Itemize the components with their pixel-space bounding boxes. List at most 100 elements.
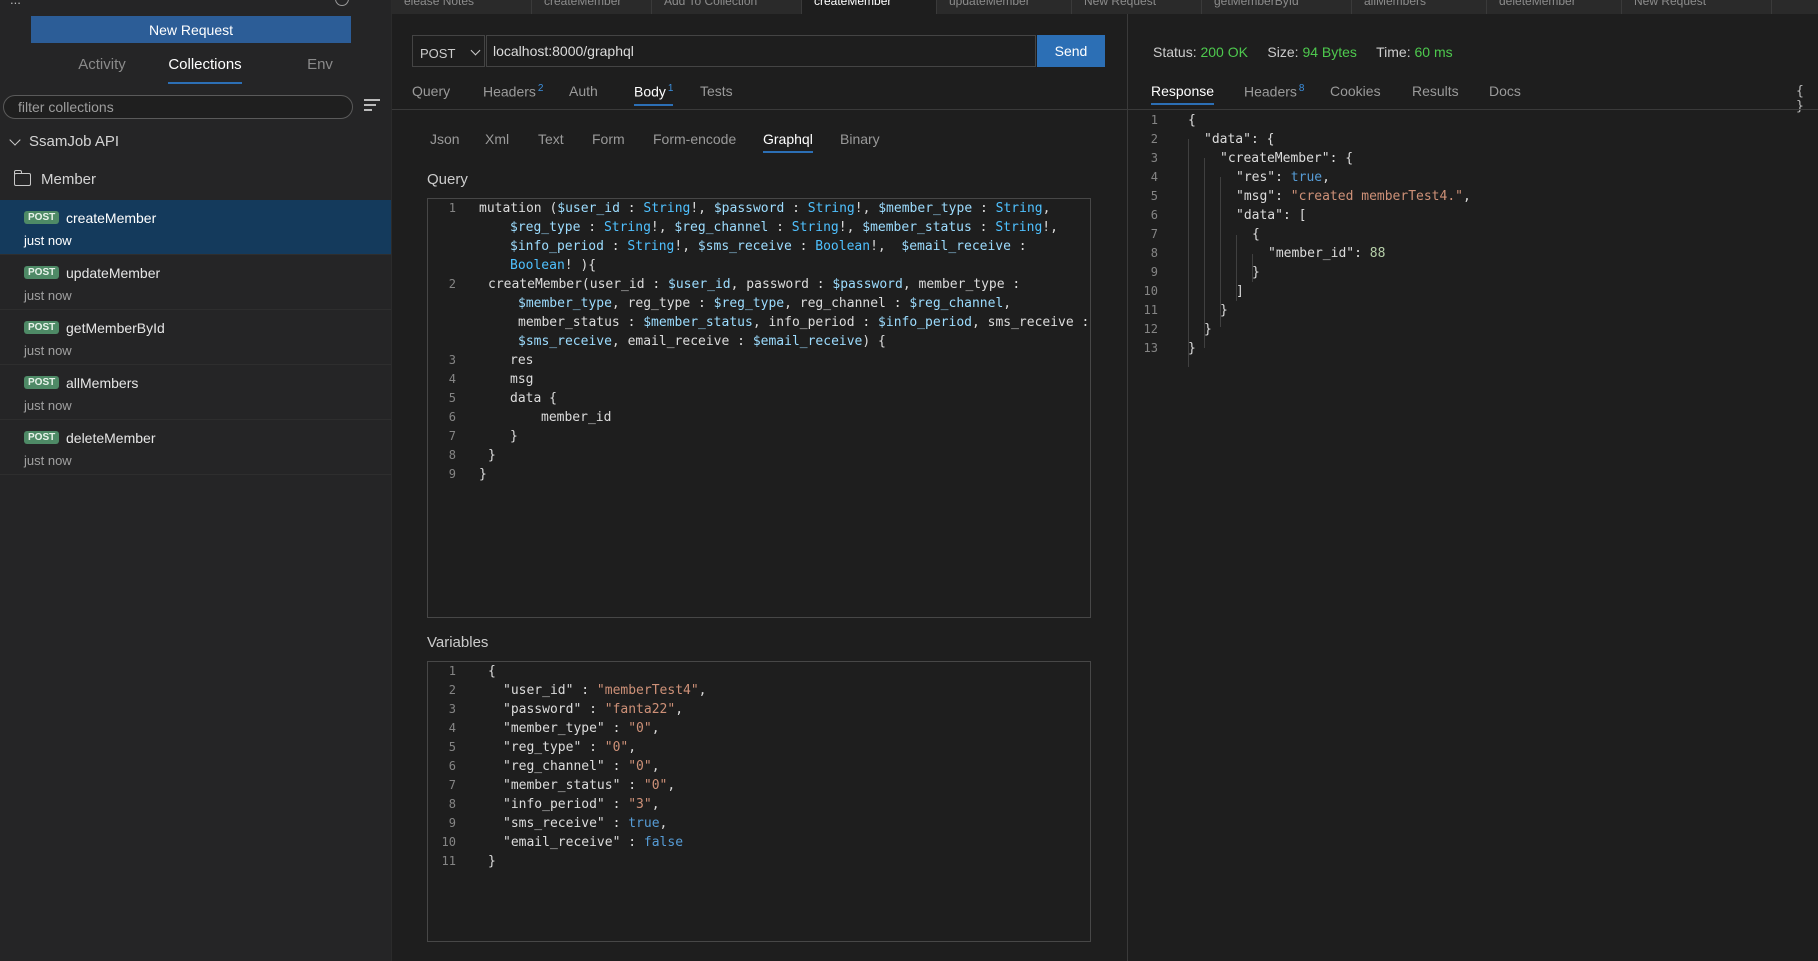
- divider: [392, 109, 1127, 110]
- chevron-down-icon: [470, 45, 481, 56]
- request-time: just now: [24, 398, 72, 413]
- line-number: 8: [1150, 246, 1158, 260]
- tab-new-request[interactable]: New Request: [1072, 0, 1202, 14]
- tab-auth[interactable]: Auth: [569, 83, 598, 99]
- method-value: POST: [420, 46, 456, 61]
- body-tab-graphql[interactable]: Graphql: [763, 131, 813, 153]
- status-value: 200 OK: [1200, 44, 1248, 60]
- line-number: 13: [1143, 341, 1158, 355]
- method-badge: POST: [24, 431, 60, 444]
- tab-body[interactable]: Body 1: [634, 83, 674, 106]
- body-tab-json[interactable]: Json: [430, 131, 460, 147]
- new-request-button[interactable]: New Request: [31, 16, 351, 43]
- line-number: 1: [448, 201, 456, 215]
- resp-headers-count: 8: [1298, 83, 1305, 94]
- sort-menu-icon[interactable]: [364, 99, 380, 113]
- line-number: 3: [448, 702, 456, 716]
- method-badge: POST: [24, 376, 60, 389]
- request-item-deleteMember[interactable]: POST deleteMember just now: [0, 420, 391, 475]
- line-number: 9: [448, 467, 456, 481]
- resp-tab-docs[interactable]: Docs: [1489, 83, 1521, 99]
- line-number: 3: [448, 353, 456, 367]
- query-editor[interactable]: 1 mutation ($user_id : String!, $password…: [427, 198, 1091, 618]
- pane-splitter[interactable]: [1127, 14, 1128, 961]
- folder-member[interactable]: Member: [14, 170, 96, 188]
- collection-name: SsamJob API: [29, 133, 120, 150]
- request-item-updateMember[interactable]: POST updateMember just now: [0, 255, 391, 310]
- line-number: 2: [1150, 132, 1158, 146]
- line-number: 4: [448, 372, 456, 386]
- line-number: 5: [1150, 189, 1158, 203]
- tab-add-to-collection[interactable]: Add To Collection: [652, 0, 802, 14]
- request-time: just now: [24, 233, 72, 248]
- method-select[interactable]: POST: [412, 35, 485, 67]
- tab-createMember[interactable]: createMember: [532, 0, 652, 14]
- request-item-getMemberById[interactable]: POST getMemberById just now: [0, 310, 391, 365]
- tab-activity[interactable]: Activity: [52, 56, 152, 73]
- tab-getMemberById[interactable]: getMemberById: [1202, 0, 1352, 14]
- line-number: 1: [448, 664, 456, 678]
- tab-new-request-2[interactable]: New Request: [1622, 0, 1772, 14]
- tab-updateMember[interactable]: updateMember: [937, 0, 1072, 14]
- line-number: 4: [448, 721, 456, 735]
- body-tab-form[interactable]: Form: [592, 131, 625, 147]
- line-number: 2: [448, 277, 456, 291]
- line-number: 5: [448, 740, 456, 754]
- refresh-icon[interactable]: [335, 0, 349, 6]
- resp-tab-cookies[interactable]: Cookies: [1330, 83, 1381, 99]
- request-time: just now: [24, 288, 72, 303]
- line-number: 8: [448, 448, 456, 462]
- request-list: POST createMember just now POST updateMe…: [0, 200, 391, 475]
- tab-body-label: Body: [634, 83, 666, 100]
- line-number: 5: [448, 391, 456, 405]
- line-number: 7: [448, 778, 456, 792]
- line-number: 9: [1150, 265, 1158, 279]
- tab-tests[interactable]: Tests: [700, 83, 733, 99]
- line-number: 6: [448, 759, 456, 773]
- send-button[interactable]: Send: [1037, 35, 1105, 67]
- divider: [1128, 109, 1818, 110]
- url-input[interactable]: localhost:8000/graphql: [486, 35, 1036, 67]
- response-status-bar: Status: 200 OK Size: 94 Bytes Time: 60 m…: [1153, 44, 1453, 60]
- chevron-down-icon: [9, 133, 21, 146]
- collection-header[interactable]: SsamJob API: [8, 133, 119, 150]
- tab-release-notes[interactable]: elease Notes: [392, 0, 532, 14]
- time-label: Time:: [1376, 44, 1411, 60]
- folder-icon: [14, 170, 31, 186]
- method-badge: POST: [24, 321, 60, 334]
- resp-tab-headers-label: Headers: [1244, 83, 1297, 100]
- tab-headers[interactable]: Headers 2: [483, 83, 543, 100]
- line-number: 9: [448, 816, 456, 830]
- filter-collections-input[interactable]: filter collections: [3, 95, 353, 119]
- tab-collections[interactable]: Collections: [168, 56, 242, 84]
- line-number: 10: [441, 835, 456, 849]
- line-number: 8: [448, 797, 456, 811]
- line-number: 3: [1150, 151, 1158, 165]
- size-value: 94 Bytes: [1302, 44, 1357, 60]
- line-number: 4: [1150, 170, 1158, 184]
- resp-tab-results[interactable]: Results: [1412, 83, 1459, 99]
- resp-tab-response[interactable]: Response: [1151, 83, 1215, 105]
- body-tab-text[interactable]: Text: [538, 131, 564, 147]
- resp-tab-headers[interactable]: Headers 8: [1244, 83, 1304, 100]
- sidebar-top-label: ...: [10, 0, 21, 7]
- response-body-viewer[interactable]: 1{ 2 "data": { 3 "createMember": { 4 "res":…: [1130, 111, 1816, 371]
- line-number: 7: [448, 429, 456, 443]
- body-tab-form-encode[interactable]: Form-encode: [653, 131, 736, 147]
- line-number: 11: [441, 854, 456, 868]
- variables-editor[interactable]: 1{ 2 "user_id" : "memberTest4", 3 "passwor…: [427, 661, 1091, 942]
- tab-env[interactable]: Env: [300, 56, 340, 73]
- body-tab-binary[interactable]: Binary: [840, 131, 880, 147]
- tab-query[interactable]: Query: [412, 83, 450, 99]
- method-badge: POST: [24, 266, 60, 279]
- tab-headers-label: Headers: [483, 83, 536, 100]
- request-name: allMembers: [66, 375, 139, 391]
- tab-createMember-active[interactable]: createMember: [802, 0, 937, 14]
- tab-allMembers[interactable]: allMembers: [1352, 0, 1487, 14]
- status-label: Status:: [1153, 44, 1197, 60]
- request-item-createMember[interactable]: POST createMember just now: [0, 200, 391, 255]
- line-number: 7: [1150, 227, 1158, 241]
- request-item-allMembers[interactable]: POST allMembers just now: [0, 365, 391, 420]
- body-tab-xml[interactable]: Xml: [485, 131, 509, 147]
- tab-deleteMember[interactable]: deleteMember: [1487, 0, 1622, 14]
